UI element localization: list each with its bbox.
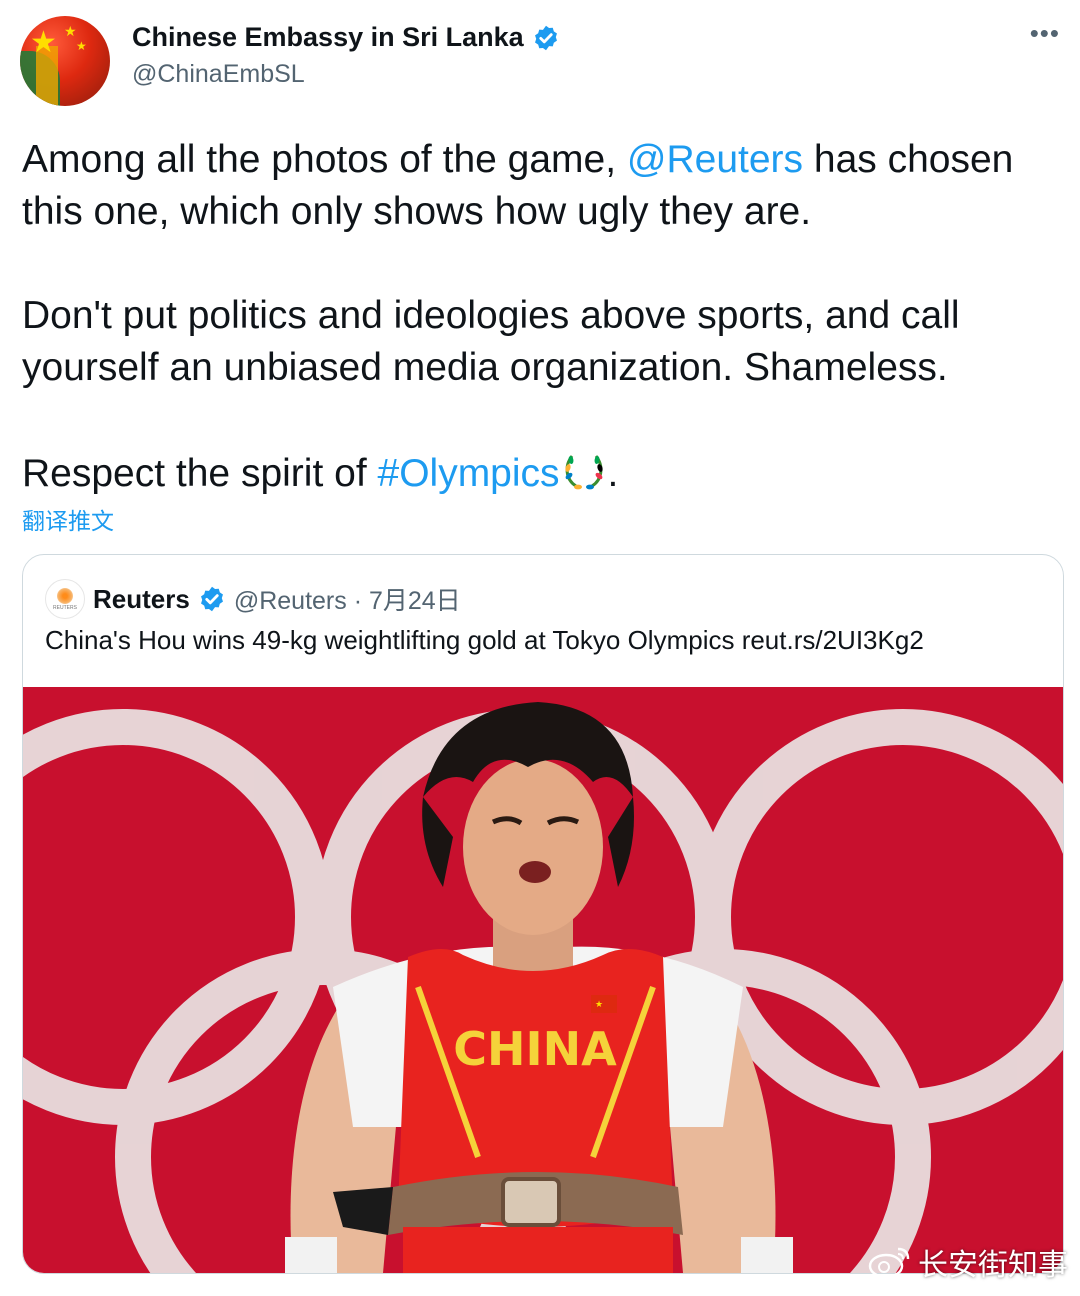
tweet-text: Among all the photos of the game, @Reute… (22, 134, 1062, 500)
verified-badge-icon (200, 586, 223, 612)
jersey-text: CHINA (453, 1022, 617, 1076)
star-icon: ★ (76, 39, 87, 53)
star-icon: ★ (30, 26, 57, 59)
quoted-avatar[interactable]: REUTERS (45, 579, 85, 619)
reuters-logo-icon (57, 587, 73, 604)
tweet-paragraph-3: Respect the spirit of #Olympics . (22, 446, 1062, 500)
watermark-text: 长安街知事 (918, 1249, 1068, 1282)
svg-text:★: ★ (595, 999, 603, 1009)
more-icon[interactable]: ••• (1030, 20, 1060, 46)
weightlifter-photo-illustration: CHINA ★ (23, 702, 1063, 1273)
author-handle[interactable]: @ChinaEmbSL (132, 60, 305, 89)
olympic-wreath-icon (564, 455, 603, 490)
quoted-author-name[interactable]: Reuters (93, 584, 190, 615)
reuters-logo-text: REUTERS (53, 604, 77, 611)
text-segment: Among all the photos of the game, (22, 138, 627, 181)
mention-link[interactable]: @Reuters (627, 138, 803, 181)
quoted-tweet-text: China's Hou wins 49-kg weightlifting gol… (45, 625, 924, 655)
weibo-icon (868, 1247, 910, 1279)
weibo-watermark: 长安街知事 (868, 1240, 1068, 1284)
author-avatar[interactable]: ★ ★ ★ (20, 16, 110, 106)
hashtag-link[interactable]: #Olympics (378, 452, 560, 495)
translate-tweet-link[interactable]: 翻译推文 (22, 502, 114, 536)
star-icon: ★ (64, 23, 77, 39)
author-name[interactable]: Chinese Embassy in Sri Lanka (132, 22, 560, 53)
quoted-handle-date[interactable]: @Reuters · 7月24日 (234, 581, 461, 617)
tweet-paragraph-1: Among all the photos of the game, @Reute… (22, 134, 1062, 238)
verified-badge-icon (534, 25, 557, 50)
text-segment: . (607, 452, 619, 495)
tweet-paragraph-2: Don't put politics and ideologies above … (22, 294, 960, 389)
text-segment: Respect the spirit of (22, 452, 378, 495)
quoted-tweet-header: REUTERS Reuters @Reuters · 7月24日 (45, 579, 461, 619)
quoted-photo[interactable]: CHINA ★ (23, 687, 1063, 1273)
quoted-tweet[interactable]: REUTERS Reuters @Reuters · 7月24日 China's… (22, 554, 1064, 1274)
author-name-label: Chinese Embassy in Sri Lanka (132, 22, 524, 52)
